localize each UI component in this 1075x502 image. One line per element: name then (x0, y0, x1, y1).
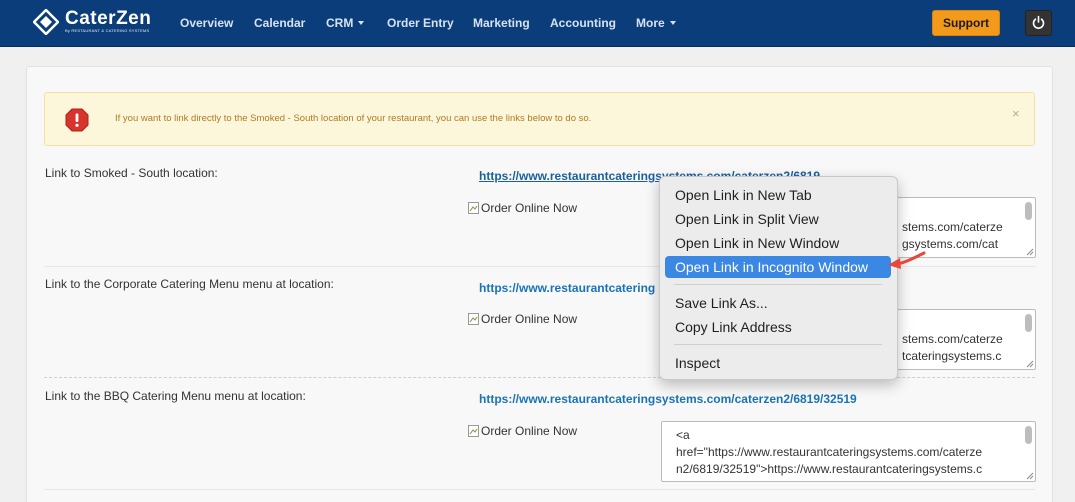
order-online-image[interactable]: Order Online Now (468, 201, 577, 215)
order-online-image[interactable]: Order Online Now (468, 312, 577, 326)
textarea-scrollbar[interactable] (1025, 314, 1032, 332)
embed-code-textarea[interactable]: <a href="https://www.restaurantcateringsy… (661, 421, 1036, 482)
nav-accounting[interactable]: Accounting (550, 16, 616, 30)
nav-calendar[interactable]: Calendar (254, 16, 305, 30)
nav-order-entry[interactable]: Order Entry (387, 16, 454, 30)
close-icon[interactable]: × (1012, 106, 1020, 121)
location-link-bbq-catering[interactable]: https://www.restaurantcateringsystems.co… (479, 392, 857, 406)
broken-image-icon (468, 202, 479, 214)
link-context-menu: Open Link in New Tab Open Link in Split … (659, 176, 898, 380)
menu-open-split-view[interactable]: Open Link in Split View (665, 208, 891, 230)
menu-save-link-as[interactable]: Save Link As... (665, 292, 891, 314)
order-online-image[interactable]: Order Online Now (468, 424, 577, 438)
row-label-bbq-catering: Link to the BBQ Catering Menu menu at lo… (45, 389, 306, 403)
broken-image-icon (468, 313, 479, 325)
stop-warning-icon (65, 108, 89, 132)
power-icon (1032, 15, 1045, 29)
menu-open-new-tab[interactable]: Open Link in New Tab (665, 184, 891, 206)
menu-inspect[interactable]: Inspect (665, 352, 891, 374)
row-label-corporate-catering: Link to the Corporate Catering Menu menu… (45, 277, 334, 291)
nav-more[interactable]: More (636, 16, 676, 30)
location-link-corporate-catering[interactable]: https://www.restaurantcatering (479, 281, 655, 295)
row-label-smoked-south: Link to Smoked - South location: (45, 166, 218, 180)
alert-message: If you want to link directly to the Smok… (115, 113, 592, 124)
menu-copy-link-address[interactable]: Copy Link Address (665, 316, 891, 338)
brand-tagline: By RESTAURANT & CATERING SYSTEMS (65, 28, 150, 33)
nav-marketing[interactable]: Marketing (473, 16, 530, 30)
nav-overview[interactable]: Overview (180, 16, 233, 30)
textarea-scrollbar[interactable] (1025, 426, 1032, 444)
annotation-arrow-icon (888, 251, 926, 269)
info-alert: If you want to link directly to the Smok… (44, 92, 1035, 146)
menu-separator (674, 284, 882, 285)
textarea-scrollbar[interactable] (1025, 202, 1032, 220)
row-divider (44, 489, 1035, 490)
menu-open-new-window[interactable]: Open Link in New Window (665, 232, 891, 254)
resize-grip-icon[interactable] (1026, 248, 1034, 256)
nav-crm[interactable]: CRM (326, 16, 365, 30)
chevron-down-icon (669, 21, 676, 25)
power-button[interactable] (1025, 10, 1052, 36)
caterzen-logo[interactable]: CaterZen By RESTAURANT & CATERING SYSTEM… (32, 8, 152, 39)
resize-grip-icon[interactable] (1026, 472, 1034, 480)
brand-name: CaterZen (65, 8, 152, 29)
resize-grip-icon[interactable] (1026, 360, 1034, 368)
menu-separator (674, 344, 882, 345)
diamond-logo-icon (32, 8, 60, 36)
top-navbar: CaterZen By RESTAURANT & CATERING SYSTEM… (0, 0, 1075, 47)
menu-open-incognito[interactable]: Open Link in Incognito Window (665, 256, 891, 278)
support-button[interactable]: Support (932, 10, 1000, 36)
broken-image-icon (468, 425, 479, 437)
chevron-down-icon (358, 21, 365, 25)
